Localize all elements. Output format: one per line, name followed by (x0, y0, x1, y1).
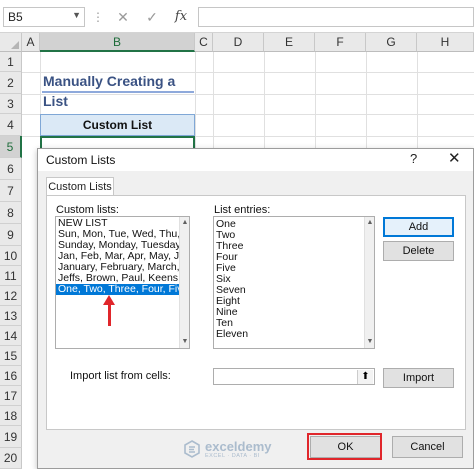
scroll-up-icon[interactable]: ▲ (181, 219, 189, 227)
import-label: Import list from cells: (70, 370, 171, 382)
column-header-f[interactable]: F (315, 33, 366, 52)
arrow-shaft (108, 304, 111, 326)
select-all-corner[interactable] (0, 33, 22, 52)
cancel-icon[interactable]: ✕ (114, 6, 132, 28)
custom-lists-label: Custom lists: (56, 204, 119, 216)
row-header-5[interactable]: 5 (0, 136, 22, 158)
column-header-e[interactable]: E (264, 33, 315, 52)
add-button[interactable]: Add (383, 217, 454, 237)
function-icon[interactable]: fx (172, 6, 190, 28)
list-entry-item: Four (216, 251, 238, 263)
tab-custom-lists[interactable]: Custom Lists (46, 177, 114, 196)
list-entry-item: Eight (216, 295, 240, 307)
list-entry-item: Eleven (216, 328, 249, 340)
list-entry-item: One (216, 218, 236, 230)
name-box-value: B5 (8, 10, 23, 24)
list-entries-label: List entries: (214, 204, 271, 216)
row-header-12[interactable]: 12 (0, 286, 22, 306)
custom-list-item[interactable]: One, Two, Three, Four, Five, Six, Sev (56, 284, 189, 295)
row-header-13[interactable]: 13 (0, 306, 22, 326)
check-icon[interactable]: ✓ (143, 6, 161, 28)
watermark-tagline: EXCEL · DATA · BI (205, 453, 260, 459)
ok-highlight-box (307, 433, 382, 460)
row-header-20[interactable]: 20 (0, 448, 22, 469)
row-header-15[interactable]: 15 (0, 346, 22, 366)
column-header-c[interactable]: C (195, 33, 213, 52)
row-header-17[interactable]: 17 (0, 386, 22, 406)
column-header-g[interactable]: G (366, 33, 417, 52)
list-entry-item: Five (216, 262, 236, 274)
list-entry-item: Three (216, 240, 244, 252)
chevron-down-icon[interactable]: ▼ (72, 10, 81, 20)
dialog-title: Custom Lists (46, 153, 116, 167)
import-button[interactable]: Import (383, 368, 454, 388)
row-header-10[interactable]: 10 (0, 246, 22, 266)
column-header-h[interactable]: H (417, 33, 474, 52)
row-header-3[interactable]: 3 (0, 94, 22, 114)
column-header-b[interactable]: B (40, 33, 195, 52)
formula-bar: B5 ▼ ⋮ ✕ ✓ fx (0, 0, 474, 33)
scroll-down-icon[interactable]: ▼ (366, 338, 374, 346)
column-header-a[interactable]: A (22, 33, 40, 52)
name-box[interactable]: B5 ▼ (3, 7, 85, 27)
row-header-2[interactable]: 2 (0, 72, 22, 94)
row-header-4[interactable]: 4 (0, 114, 22, 136)
custom-lists-scrollbar[interactable]: ▲ ▼ (179, 217, 189, 348)
list-entry-item: Nine (216, 306, 238, 318)
row-header-7[interactable]: 7 (0, 180, 22, 202)
row-header-19[interactable]: 19 (0, 426, 22, 448)
formula-input[interactable] (198, 7, 474, 27)
cancel-button[interactable]: Cancel (392, 436, 463, 458)
exceldemy-logo-icon (184, 440, 200, 458)
collapse-dialog-icon[interactable]: ⬆ (357, 370, 373, 384)
drag-handle-icon[interactable]: ⋮ (92, 6, 104, 28)
excel-window: B5 ▼ ⋮ ✕ ✓ fx A B C D E F G H 1 2 3 4 5 … (0, 0, 474, 469)
row-header-1[interactable]: 1 (0, 52, 22, 72)
row-header-18[interactable]: 18 (0, 406, 22, 426)
row-header-8[interactable]: 8 (0, 202, 22, 224)
custom-lists-dialog: Custom Lists ? ✕ Custom Lists Custom lis… (37, 148, 474, 469)
delete-button[interactable]: Delete (383, 241, 454, 261)
scroll-up-icon[interactable]: ▲ (366, 219, 374, 227)
watermark-name: exceldemy (205, 439, 272, 454)
row-header-14[interactable]: 14 (0, 326, 22, 346)
row-header-9[interactable]: 9 (0, 224, 22, 246)
column-header-d[interactable]: D (213, 33, 264, 52)
help-icon[interactable]: ? (410, 151, 417, 166)
custom-list-header-cell[interactable]: Custom List (40, 114, 195, 136)
sheet-title: Manually Creating a List (42, 71, 194, 109)
list-entries-scrollbar[interactable]: ▲ ▼ (364, 217, 374, 348)
custom-lists-listbox[interactable]: NEW LISTSun, Mon, Tue, Wed, Thu, Fri, Sa… (55, 216, 190, 349)
arrow-up-icon (103, 295, 115, 305)
row-header-6[interactable]: 6 (0, 158, 22, 180)
import-range-field[interactable]: ⬆ (213, 368, 375, 385)
row-header-16[interactable]: 16 (0, 366, 22, 386)
row-header-11[interactable]: 11 (0, 266, 22, 286)
scroll-down-icon[interactable]: ▼ (181, 338, 189, 346)
list-entries-textbox[interactable]: One Two Three Four Five Six Seven Eight Nine Ten E… (213, 216, 375, 349)
close-icon[interactable]: ✕ (448, 149, 461, 167)
